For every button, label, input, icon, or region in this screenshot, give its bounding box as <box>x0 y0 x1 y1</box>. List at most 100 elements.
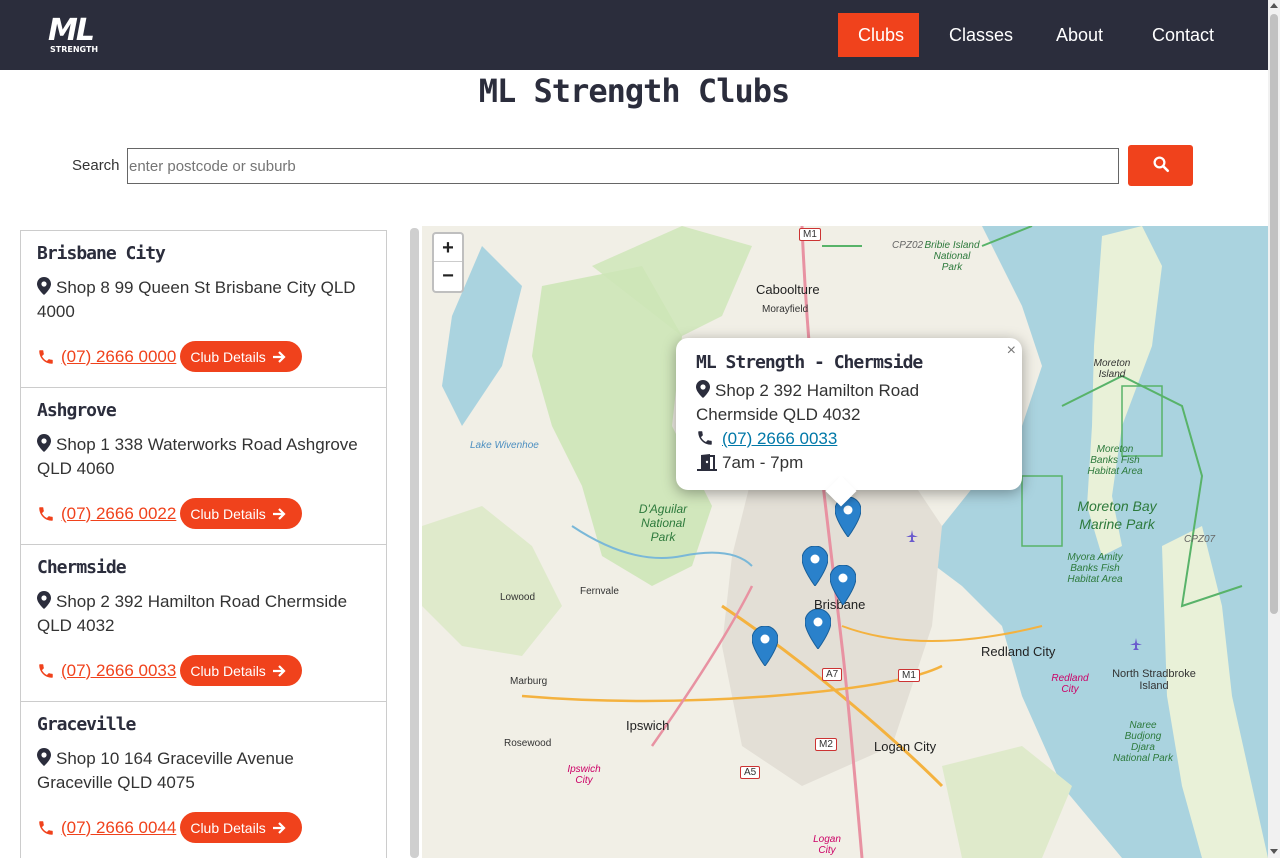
club-list-scrollbar[interactable] <box>410 228 419 858</box>
map-label-ipswich-city: Ipswich City <box>567 764 601 786</box>
phone-icon <box>39 663 53 678</box>
popup-phone-link[interactable]: (07) 2666 0033 <box>722 429 837 448</box>
club-phone-link[interactable]: (07) 2666 0033 <box>61 661 176 681</box>
club-name: Graceville <box>37 714 136 735</box>
map-label-north-stradbroke: North Stradbroke Island <box>1112 668 1196 692</box>
zoom-out-button[interactable]: − <box>434 262 462 290</box>
nav-contact[interactable]: Contact <box>1132 13 1234 57</box>
map-label-naree: Naree Budjong Djara National Park <box>1112 720 1174 764</box>
club-address-text: Shop 2 392 Hamilton Road Chermside QLD 4… <box>37 592 348 635</box>
arrow-right-icon <box>272 821 286 834</box>
map-pin-icon <box>37 434 51 452</box>
airport-icon <box>1130 638 1142 650</box>
club-actions: (07) 2666 0033 Club Details <box>37 655 302 686</box>
club-address: Shop 10 164 Graceville Avenue Graceville… <box>37 747 370 795</box>
map-label-redland-city-small: Redland City <box>1051 673 1089 695</box>
club-marker-graceville[interactable] <box>805 609 831 649</box>
map-label-fernvale: Fernvale <box>580 586 619 597</box>
club-phone-link[interactable]: (07) 2666 0044 <box>61 818 176 838</box>
phone-icon <box>39 506 53 521</box>
arrow-right-icon <box>272 664 286 677</box>
map-label-cpz07: CPZ07 <box>1184 534 1216 545</box>
nav-clubs[interactable]: Clubs <box>838 13 919 57</box>
arrow-right-icon <box>272 507 286 520</box>
ml-strength-logo[interactable]: ML STRENGTH <box>48 16 104 56</box>
map-label-moreton-banks: Moreton Banks Fish Habitat Area <box>1087 444 1143 477</box>
popup-address-line1: Shop 2 392 Hamilton Road <box>715 381 920 400</box>
map-pin-icon <box>37 277 51 295</box>
club-popup: × ML Strength - Chermside Shop 2 392 Ham… <box>676 338 1022 507</box>
road-shield: M1 <box>799 228 821 241</box>
club-details-button[interactable]: Club Details <box>180 341 302 372</box>
page-scrollbar[interactable] <box>1268 0 1280 858</box>
map-label-myora: Myora Amity Banks Fish Habitat Area <box>1067 552 1123 585</box>
map-label-logan-city: Logan City <box>874 739 937 754</box>
map-pin-icon <box>37 748 51 766</box>
logo-sub-text: STRENGTH <box>50 45 99 54</box>
popup-address: Shop 2 392 Hamilton Road Chermside QLD 4… <box>696 379 1002 427</box>
popup-address-line2: Chermside QLD 4032 <box>696 405 861 424</box>
search-button[interactable] <box>1128 145 1193 186</box>
scroll-up-arrow-icon[interactable] <box>1270 3 1278 8</box>
club-details-label: Club Details <box>190 819 266 836</box>
club-phone-link[interactable]: (07) 2666 0000 <box>61 347 176 367</box>
club-actions: (07) 2666 0022 Club Details <box>37 498 302 529</box>
map-label-moreton-island: Moreton Island <box>1093 358 1131 380</box>
club-address-text: Shop 1 338 Waterworks Road Ashgrove QLD … <box>37 435 358 478</box>
zoom-in-button[interactable]: + <box>434 234 462 262</box>
club-details-button[interactable]: Club Details <box>180 498 302 529</box>
club-card: Brisbane City Shop 8 99 Queen St Brisban… <box>20 230 387 387</box>
map-label-ipswich: Ipswich <box>626 718 670 733</box>
search-label: Search <box>72 157 120 174</box>
phone-icon <box>39 349 53 364</box>
page-scrollbar-thumb[interactable] <box>1270 14 1278 614</box>
map-label-morayfield: Morayfield <box>762 304 809 315</box>
club-details-label: Club Details <box>190 505 266 522</box>
map-label-logan-city-small: Logan City <box>813 834 841 856</box>
popup-phone-row: (07) 2666 0033 <box>696 427 1002 451</box>
search-input[interactable] <box>127 148 1119 184</box>
map-zoom-control: + − <box>432 232 464 293</box>
map-label-lowood: Lowood <box>500 592 536 603</box>
popup-hours: 7am - 7pm <box>722 453 804 472</box>
club-marker-brisbane-city[interactable] <box>830 565 856 605</box>
club-name: Chermside <box>37 557 127 578</box>
club-card: Graceville Shop 10 164 Graceville Avenue… <box>20 701 387 858</box>
scroll-down-arrow-icon[interactable] <box>1270 849 1278 854</box>
club-actions: (07) 2666 0044 Club Details <box>37 812 302 843</box>
club-address-text: Shop 10 164 Graceville Avenue Graceville… <box>37 749 294 792</box>
door-open-icon <box>697 454 717 471</box>
popup-title: ML Strength - Chermside <box>696 352 923 373</box>
nav-about[interactable]: About <box>1036 13 1123 57</box>
top-navbar: ML STRENGTH Clubs Classes About Contact <box>0 0 1268 70</box>
club-details-button[interactable]: Club Details <box>180 655 302 686</box>
club-marker[interactable] <box>752 626 778 666</box>
club-details-label: Club Details <box>190 348 266 365</box>
club-details-button[interactable]: Club Details <box>180 812 302 843</box>
club-address: Shop 1 338 Waterworks Road Ashgrove QLD … <box>37 433 370 481</box>
club-address: Shop 2 392 Hamilton Road Chermside QLD 4… <box>37 590 370 638</box>
club-name: Brisbane City <box>37 243 166 264</box>
close-icon[interactable]: × <box>1007 342 1016 360</box>
map-label-marburg: Marburg <box>510 676 548 687</box>
phone-icon <box>698 431 712 445</box>
road-shield: A7 <box>822 668 843 681</box>
club-address: Shop 8 99 Queen St Brisbane City QLD 400… <box>37 276 370 324</box>
map-label-daguilar: D'Aguilar National Park <box>638 502 688 544</box>
arrow-right-icon <box>272 350 286 363</box>
club-list: Brisbane City Shop 8 99 Queen St Brisban… <box>20 230 387 858</box>
map-label-bribie: Bribie Island National Park <box>924 240 980 273</box>
club-card: Ashgrove Shop 1 338 Waterworks Road Ashg… <box>20 387 387 544</box>
popup-hours-row: 7am - 7pm <box>696 451 1002 475</box>
map-label-redland-city: Redland City <box>981 644 1056 659</box>
club-card: Chermside Shop 2 392 Hamilton Road Cherm… <box>20 544 387 701</box>
logo-main-text: ML <box>48 13 95 48</box>
club-phone-link[interactable]: (07) 2666 0022 <box>61 504 176 524</box>
map-pin-icon <box>696 380 710 398</box>
clubs-map[interactable]: M1 A7 M1 M2 A5 Caboolture Morayfield Bri… <box>422 226 1268 858</box>
club-marker-ashgrove[interactable] <box>802 546 828 586</box>
road-shield: A5 <box>740 766 761 779</box>
nav-classes[interactable]: Classes <box>929 13 1033 57</box>
map-label-rosewood: Rosewood <box>504 738 552 749</box>
club-details-label: Club Details <box>190 662 266 679</box>
